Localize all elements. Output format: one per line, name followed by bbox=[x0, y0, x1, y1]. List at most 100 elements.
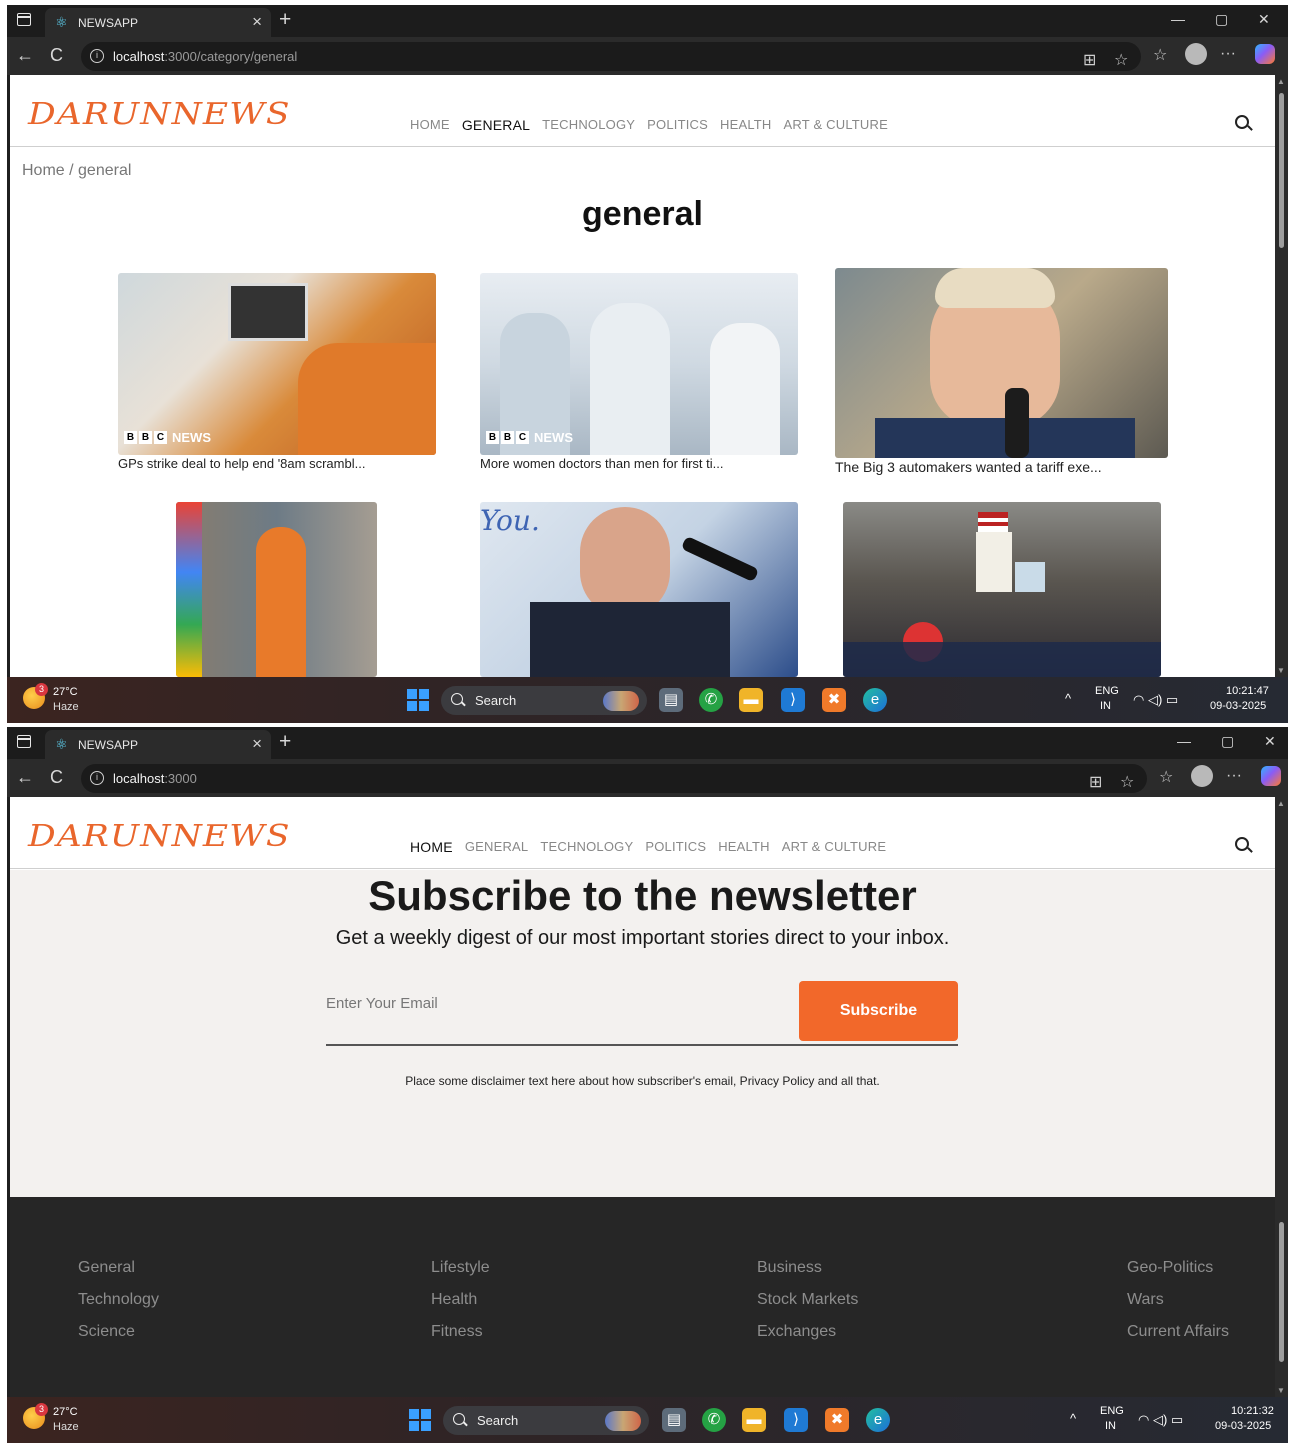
footer-link[interactable]: Fitness bbox=[431, 1323, 490, 1355]
input-region[interactable]: IN bbox=[1105, 1420, 1116, 1432]
more-icon[interactable]: ··· bbox=[1220, 45, 1236, 63]
tray-overflow-icon[interactable]: ^ bbox=[1065, 691, 1071, 706]
footer-link[interactable]: Health bbox=[431, 1291, 490, 1323]
news-card-image[interactable] bbox=[843, 502, 1161, 677]
url-field[interactable]: i localhost:3000/category/general ⊞ ☆ bbox=[81, 42, 1141, 71]
news-card-title[interactable]: More women doctors than men for first ti… bbox=[480, 456, 723, 471]
nav-general[interactable]: GENERAL bbox=[465, 839, 529, 855]
back-button[interactable]: ← bbox=[16, 45, 34, 66]
new-tab-button[interactable]: + bbox=[279, 8, 291, 32]
vscode-icon[interactable]: ⟩ bbox=[781, 688, 805, 712]
restore-button[interactable]: ▢ bbox=[1215, 11, 1228, 28]
copilot-icon[interactable] bbox=[1255, 44, 1275, 64]
breadcrumb[interactable]: Home / general bbox=[22, 162, 131, 180]
wifi-volume-battery-icon[interactable]: ◠ ◁) ▭ bbox=[1138, 1412, 1183, 1428]
footer-link[interactable]: Lifestyle bbox=[431, 1259, 490, 1291]
vertical-scrollbar[interactable]: ▲ ▼ bbox=[1275, 75, 1288, 677]
window-menu-icon[interactable] bbox=[17, 13, 31, 26]
restore-button[interactable]: ▢ bbox=[1221, 733, 1234, 750]
news-card[interactable] bbox=[176, 502, 377, 677]
nav-art-culture[interactable]: ART & CULTURE bbox=[782, 839, 886, 855]
news-card-title[interactable]: The Big 3 automakers wanted a tariff exe… bbox=[835, 459, 1102, 475]
scroll-down-arrow-icon[interactable]: ▼ bbox=[1277, 666, 1285, 675]
file-explorer-icon[interactable]: ▤ bbox=[662, 1408, 686, 1432]
search-icon[interactable] bbox=[1235, 115, 1249, 129]
footer-link[interactable]: Geo-Politics bbox=[1127, 1259, 1229, 1291]
scroll-up-arrow-icon[interactable]: ▲ bbox=[1277, 799, 1285, 808]
windows-start-icon[interactable] bbox=[407, 689, 429, 711]
scroll-down-arrow-icon[interactable]: ▼ bbox=[1277, 1386, 1285, 1395]
weather-temperature[interactable]: 27°C bbox=[53, 686, 78, 698]
favorite-star-icon[interactable]: ☆ bbox=[1114, 50, 1128, 70]
weather-condition[interactable]: Haze bbox=[53, 1421, 79, 1433]
footer-link[interactable]: Exchanges bbox=[757, 1323, 858, 1355]
scroll-thumb[interactable] bbox=[1279, 93, 1284, 248]
whatsapp-icon[interactable]: ✆ bbox=[702, 1408, 726, 1432]
back-button[interactable]: ← bbox=[16, 767, 34, 788]
file-explorer-icon[interactable]: ▤ bbox=[659, 688, 683, 712]
copilot-icon[interactable] bbox=[1261, 766, 1281, 786]
search-icon[interactable] bbox=[1235, 837, 1249, 851]
news-card-image[interactable] bbox=[835, 268, 1168, 458]
xampp-icon[interactable]: ✖ bbox=[822, 688, 846, 712]
nav-art-culture[interactable]: ART & CULTURE bbox=[784, 117, 888, 133]
url-field[interactable]: i localhost:3000 ⊞ ☆ bbox=[81, 764, 1147, 793]
news-card[interactable]: The Big 3 automakers wanted a tariff exe… bbox=[835, 268, 1168, 483]
site-logo[interactable]: DARUNNEWS bbox=[28, 819, 291, 854]
scroll-thumb[interactable] bbox=[1279, 1222, 1284, 1362]
nav-technology[interactable]: TECHNOLOGY bbox=[542, 117, 635, 133]
clock-date[interactable]: 09-03-2025 bbox=[1215, 1420, 1271, 1432]
nav-health[interactable]: HEALTH bbox=[718, 839, 770, 855]
site-logo[interactable]: DARUNNEWS bbox=[28, 97, 291, 132]
folder-icon[interactable]: ▬ bbox=[742, 1408, 766, 1432]
windows-start-icon[interactable] bbox=[409, 1409, 431, 1431]
weather-condition[interactable]: Haze bbox=[53, 701, 79, 713]
news-card[interactable] bbox=[843, 502, 1161, 677]
edge-icon[interactable]: e bbox=[863, 688, 887, 712]
more-icon[interactable]: ··· bbox=[1226, 767, 1242, 785]
footer-link[interactable]: Current Affairs bbox=[1127, 1323, 1229, 1355]
nav-politics[interactable]: POLITICS bbox=[645, 839, 706, 855]
close-window-button[interactable]: ✕ bbox=[1258, 11, 1270, 28]
whatsapp-icon[interactable]: ✆ bbox=[699, 688, 723, 712]
taskbar-search[interactable]: Search bbox=[443, 1406, 649, 1435]
input-region[interactable]: IN bbox=[1100, 700, 1111, 712]
tray-overflow-icon[interactable]: ^ bbox=[1070, 1411, 1076, 1426]
browser-tab[interactable]: ⚛ NEWSAPP × bbox=[45, 730, 271, 759]
nav-health[interactable]: HEALTH bbox=[720, 117, 772, 133]
xampp-icon[interactable]: ✖ bbox=[825, 1408, 849, 1432]
footer-link[interactable]: General bbox=[78, 1259, 159, 1291]
tab-close-icon[interactable]: × bbox=[252, 12, 262, 32]
nav-technology[interactable]: TECHNOLOGY bbox=[540, 839, 633, 855]
news-card-image[interactable]: B B C NEWS bbox=[118, 273, 436, 455]
vertical-scrollbar[interactable]: ▲ ▼ bbox=[1275, 797, 1288, 1397]
vscode-icon[interactable]: ⟩ bbox=[784, 1408, 808, 1432]
window-menu-icon[interactable] bbox=[17, 735, 31, 748]
input-language[interactable]: ENG bbox=[1100, 1405, 1124, 1417]
email-field[interactable] bbox=[326, 982, 800, 1024]
refresh-button[interactable]: C bbox=[50, 45, 63, 66]
favorites-icon[interactable]: ☆ bbox=[1153, 45, 1167, 65]
read-mode-icon[interactable]: ⊞ bbox=[1083, 50, 1096, 70]
profile-icon[interactable] bbox=[1185, 43, 1207, 65]
close-window-button[interactable]: ✕ bbox=[1264, 733, 1276, 750]
news-card[interactable]: You. bbox=[480, 502, 798, 677]
news-card-title[interactable]: GPs strike deal to help end '8am scrambl… bbox=[118, 456, 365, 471]
news-card-image[interactable]: B B C NEWS bbox=[480, 273, 798, 455]
folder-icon[interactable]: ▬ bbox=[739, 688, 763, 712]
news-card-image[interactable]: You. bbox=[480, 502, 798, 677]
scroll-up-arrow-icon[interactable]: ▲ bbox=[1277, 77, 1285, 86]
info-icon[interactable]: i bbox=[90, 49, 104, 63]
new-tab-button[interactable]: + bbox=[279, 730, 291, 754]
edge-icon[interactable]: e bbox=[866, 1408, 890, 1432]
news-card[interactable]: B B C NEWS More women doctors than men for … bbox=[480, 273, 798, 483]
favorites-icon[interactable]: ☆ bbox=[1159, 767, 1173, 787]
footer-link[interactable]: Stock Markets bbox=[757, 1291, 858, 1323]
news-card-image[interactable] bbox=[176, 502, 377, 677]
clock-time[interactable]: 10:21:32 bbox=[1231, 1405, 1274, 1417]
nav-home[interactable]: HOME bbox=[410, 839, 453, 855]
footer-link[interactable]: Business bbox=[757, 1259, 858, 1291]
nav-politics[interactable]: POLITICS bbox=[647, 117, 708, 133]
nav-general[interactable]: GENERAL bbox=[462, 117, 530, 133]
clock-date[interactable]: 09-03-2025 bbox=[1210, 700, 1266, 712]
